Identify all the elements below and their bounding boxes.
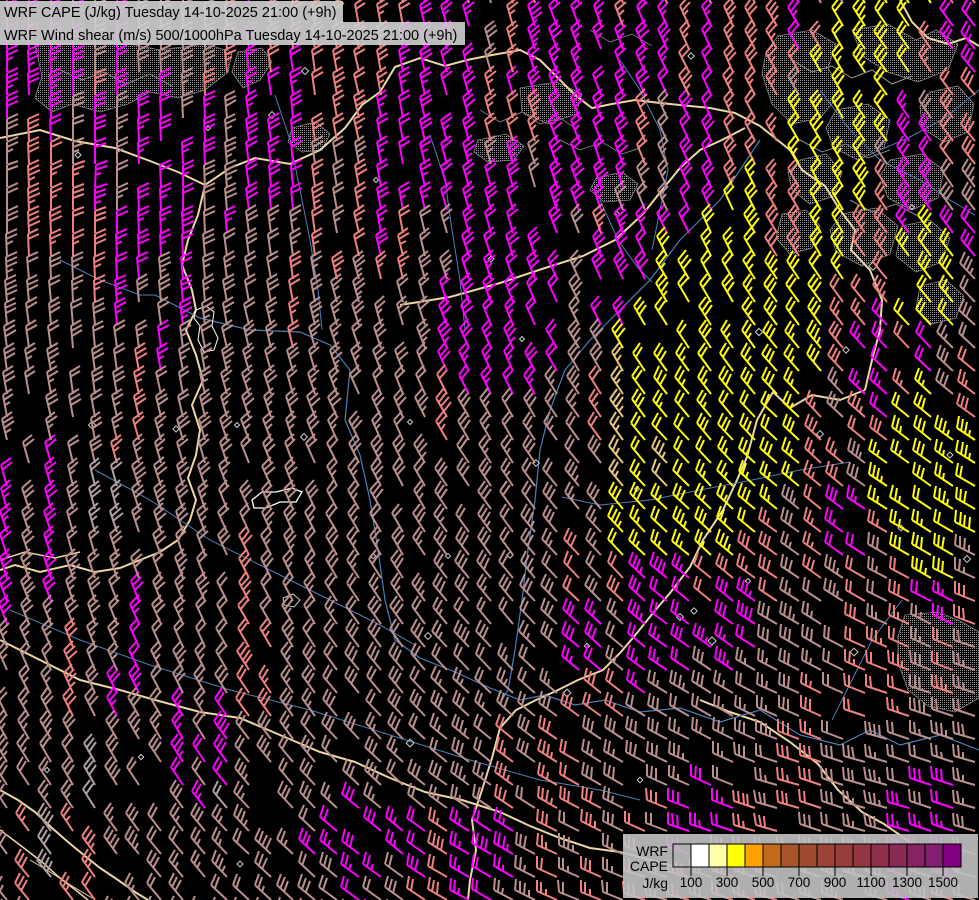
svg-text:J/kg: J/kg: [642, 875, 668, 891]
svg-text:1100: 1100: [856, 875, 885, 890]
svg-text:WRF CAPE (J/kg) Tuesday 14-10-: WRF CAPE (J/kg) Tuesday 14-10-2025 21:00…: [4, 5, 336, 21]
svg-text:700: 700: [788, 875, 811, 890]
svg-text:WRF: WRF: [636, 843, 668, 859]
svg-text:CAPE: CAPE: [630, 858, 668, 874]
svg-text:100: 100: [680, 875, 703, 890]
svg-text:1300: 1300: [892, 875, 922, 890]
svg-text:1500: 1500: [928, 875, 958, 890]
svg-text:WRF Wind shear (m/s) 500/1000h: WRF Wind shear (m/s) 500/1000hPa Tuesday…: [4, 28, 457, 44]
svg-text:900: 900: [824, 875, 847, 890]
svg-text:500: 500: [752, 875, 775, 890]
svg-text:300: 300: [716, 875, 739, 890]
